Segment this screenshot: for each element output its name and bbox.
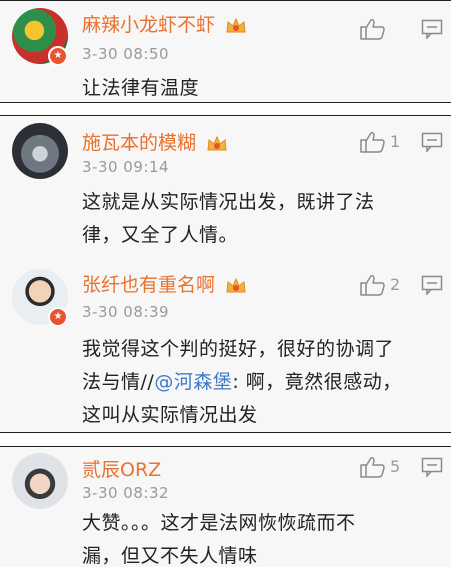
author-name[interactable]: 张纤也有重名啊: [82, 274, 215, 296]
comment-text-line: 漏，但又不失人情味: [82, 545, 258, 567]
comment-time: 3-30 08:50: [82, 45, 170, 63]
comment-text: 我觉得这个判的挺好，很好的协调了 法与情//@河森堡: 啊，竟然很感动， 这叫从…: [82, 333, 434, 432]
comment-author[interactable]: 贰辰ORZ: [82, 455, 161, 482]
comment-author[interactable]: 张纤也有重名啊: [82, 270, 247, 297]
reply-comment-icon[interactable]: [421, 457, 443, 477]
comment-time: 3-30 08:39: [82, 303, 170, 321]
comment-text-line: 大赞。。。这才是法网恢恢疏而不: [82, 512, 356, 534]
reply-comment-icon[interactable]: [421, 132, 443, 152]
comment-card-3: 贰辰ORZ 3-30 08:32 大赞。。。这才是法网恢恢疏而不 漏，但又不失人…: [0, 446, 451, 567]
comment-author[interactable]: 麻辣小龙虾不虾: [82, 10, 247, 37]
comment-text: 让法律有温度: [82, 77, 200, 99]
reply-comment-icon[interactable]: [421, 19, 443, 39]
comment-author[interactable]: 施瓦本的模糊: [82, 128, 228, 155]
verified-badge-icon: ★: [48, 46, 68, 66]
thumbs-up-icon[interactable]: [358, 17, 388, 41]
comment-text: 这就是从实际情况出发，既讲了法 律，又全了人情。: [82, 186, 434, 252]
crown-badge-icon: [207, 135, 227, 150]
author-name[interactable]: 贰辰ORZ: [82, 459, 161, 481]
thumbs-up-icon[interactable]: [358, 455, 388, 479]
crown-badge-icon: [226, 277, 246, 292]
comment-text-line: 我觉得这个判的挺好，很好的协调了: [82, 338, 395, 360]
thumbs-up-icon[interactable]: [358, 130, 388, 154]
reply-comment-icon[interactable]: [421, 275, 443, 295]
comment-text: 大赞。。。这才是法网恢恢疏而不 漏，但又不失人情味: [82, 507, 434, 573]
author-name[interactable]: 施瓦本的模糊: [82, 132, 196, 154]
like-count: 5: [390, 457, 401, 476]
verified-badge-icon: ★: [48, 307, 68, 327]
comment-time: 3-30 08:32: [82, 484, 170, 502]
avatar[interactable]: [12, 123, 68, 179]
mention-link[interactable]: @河森堡: [154, 371, 232, 393]
thumbs-up-icon[interactable]: [358, 273, 388, 297]
comment-text-line: 这叫从实际情况出发: [82, 404, 258, 426]
comment-card-2: 施瓦本的模糊 3-30 09:14 这就是从实际情况出发，既讲了法 律，又全了人…: [0, 115, 451, 433]
comment-text-line: 律，又全了人情。: [82, 224, 239, 246]
comment-text-segment: : 啊，竟然很感动，: [232, 371, 402, 393]
comment-text-line: 法与情//@河森堡: 啊，竟然很感动，: [82, 366, 434, 399]
crown-badge-icon: [226, 17, 246, 32]
comment-text-segment: 法与情//: [82, 371, 155, 393]
comment-text-line: 这就是从实际情况出发，既讲了法: [82, 191, 375, 213]
like-count: 2: [390, 275, 401, 294]
like-count: 1: [390, 132, 401, 151]
avatar[interactable]: [12, 453, 68, 509]
author-name[interactable]: 麻辣小龙虾不虾: [82, 14, 215, 36]
comment-card-1: ★ 麻辣小龙虾不虾 3-30 08:50 让法律有温度: [0, 0, 451, 103]
comment-time: 3-30 09:14: [82, 158, 170, 176]
